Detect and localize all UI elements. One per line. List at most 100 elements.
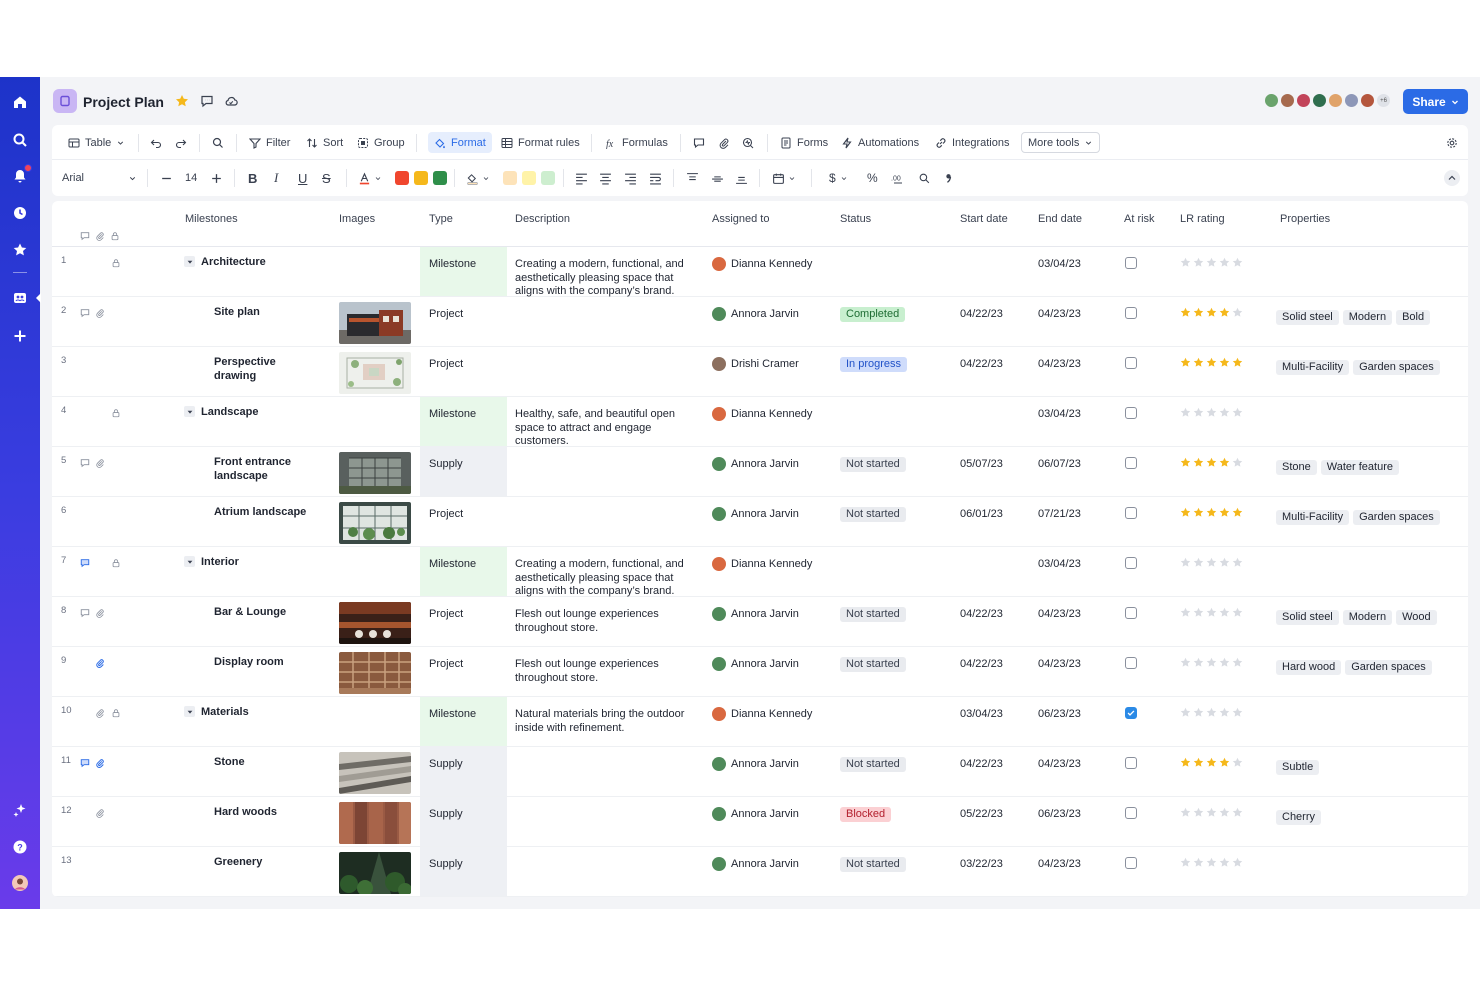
description-cell[interactable]: Natural materials bring the outdoor insi… [515,708,703,735]
align-center-button[interactable] [599,160,612,196]
share-button[interactable]: Share [1403,89,1468,114]
group-button[interactable]: Group [357,125,405,160]
column-header[interactable]: Type [429,213,453,225]
automations-button[interactable]: Automations [841,125,919,160]
lock-icon[interactable] [111,555,121,568]
status-badge[interactable]: Not started [840,607,906,622]
end-date-cell[interactable]: 06/07/23 [1038,458,1081,472]
rating-stars[interactable] [1180,357,1243,368]
end-date-cell[interactable]: 06/23/23 [1038,808,1081,822]
task-name[interactable]: Atrium landscape [214,506,319,520]
rating-stars[interactable] [1180,607,1243,618]
table-row[interactable]: 6 Atrium landscape Project Annora Jarvin Not… [52,497,1468,547]
column-header[interactable]: Milestones [185,213,238,225]
redo-button[interactable] [175,125,187,160]
task-name[interactable]: Stone [214,756,319,770]
at-risk-checkbox[interactable] [1125,557,1137,569]
column-header[interactable]: Images [339,213,375,225]
format-button[interactable]: Format [428,132,492,153]
type-cell[interactable]: Project [420,647,507,696]
paperclip-icon[interactable] [95,455,105,468]
assignee-cell[interactable]: Annora Jarvin [712,307,799,321]
font-size-value[interactable]: 14 [185,160,197,196]
text-color-swatch-yellow[interactable] [414,171,428,185]
table-row[interactable]: 8 Bar & Lounge Project Flesh out lounge exp… [52,597,1468,647]
properties-cell[interactable]: Multi-Facility Garden spaces [1276,357,1444,375]
start-date-cell[interactable]: 04/22/23 [960,308,1003,322]
at-risk-checkbox[interactable] [1125,357,1137,369]
type-cell[interactable]: Milestone [420,247,507,296]
rating-stars[interactable] [1180,307,1243,318]
italic-button[interactable]: I [274,160,278,196]
underline-button[interactable]: U [298,160,307,196]
ai-sparkle-icon[interactable] [11,801,29,819]
table-row[interactable]: 13 Greenery Supply Annora Jarvin Not started… [52,847,1468,897]
quote-format-button[interactable] [942,160,955,196]
assignee-cell[interactable]: Drishi Cramer [712,357,799,371]
rating-stars[interactable] [1180,757,1243,768]
end-date-cell[interactable]: 07/21/23 [1038,508,1081,522]
paperclip-icon[interactable] [95,705,105,718]
user-avatar[interactable] [11,874,29,892]
at-risk-checkbox[interactable] [1125,657,1137,669]
rating-stars[interactable] [1180,657,1243,668]
recents-icon[interactable] [11,204,29,222]
percent-format-button[interactable]: % [867,160,878,196]
at-risk-checkbox[interactable] [1125,857,1137,869]
description-cell[interactable]: Flesh out lounge experiences throughout … [515,608,703,635]
currency-format-button[interactable]: $ [829,160,848,196]
end-date-cell[interactable]: 03/04/23 [1038,558,1081,572]
paperclip-icon[interactable] [95,755,105,768]
status-badge[interactable]: Not started [840,657,906,672]
decrease-font-size-button[interactable] [160,160,173,196]
at-risk-checkbox[interactable] [1125,407,1137,419]
rating-stars[interactable] [1180,407,1243,418]
paperclip-icon[interactable] [95,305,105,318]
format-rules-button[interactable]: Format rules [501,125,580,160]
end-date-cell[interactable]: 06/23/23 [1038,708,1081,722]
start-date-cell[interactable]: 06/01/23 [960,508,1003,522]
assignee-cell[interactable]: Dianna Kennedy [712,557,812,571]
table-row[interactable]: 7 Interior Milestone Creating a modern, fun… [52,547,1468,597]
valign-middle-button[interactable] [711,160,724,196]
date-format-button[interactable] [772,160,796,196]
column-header[interactable]: Assigned to [712,213,769,225]
table-row[interactable]: 10 Materials Milestone Natural materials br… [52,697,1468,747]
notifications-icon[interactable] [11,164,32,185]
align-right-button[interactable] [624,160,637,196]
start-date-cell[interactable]: 03/22/23 [960,858,1003,872]
text-color-swatch-red[interactable] [395,171,409,185]
comment-icon[interactable] [80,305,90,318]
end-date-cell[interactable]: 04/23/23 [1038,658,1081,672]
task-name[interactable]: Display room [214,656,319,670]
at-risk-checkbox[interactable] [1125,807,1137,819]
table-row[interactable]: 3 Perspective drawing Project Drishi Cramer… [52,347,1468,397]
table-row[interactable]: 2 Site plan Project Annora Jarvin Completed 0… [52,297,1468,347]
comments-icon[interactable] [200,94,214,108]
end-date-cell[interactable]: 03/04/23 [1038,408,1081,422]
row-image[interactable] [339,852,411,894]
type-cell[interactable]: Milestone [420,697,507,746]
task-name[interactable]: Site plan [214,306,319,320]
collaborator-avatars[interactable]: +6 [1263,92,1392,109]
table-row[interactable]: 1 Architecture Milestone Creating a modern,… [52,247,1468,297]
assignee-cell[interactable]: Annora Jarvin [712,507,799,521]
task-name[interactable]: Greenery [214,856,319,870]
zoom-format-button[interactable] [918,160,931,196]
start-date-cell[interactable]: 04/22/23 [960,608,1003,622]
assignee-cell[interactable]: Annora Jarvin [712,857,799,871]
help-icon[interactable]: ? [11,838,29,856]
start-date-cell[interactable]: 05/22/23 [960,808,1003,822]
favorite-star-icon[interactable] [175,94,189,108]
description-cell[interactable]: Creating a modern, functional, and aesth… [515,258,703,299]
start-date-cell[interactable]: 03/04/23 [960,708,1003,722]
row-image[interactable] [339,302,411,344]
row-image[interactable] [339,452,411,494]
valign-bottom-button[interactable] [735,160,748,196]
column-header[interactable]: LR rating [1180,213,1225,225]
end-date-cell[interactable]: 03/04/23 [1038,258,1081,272]
more-tools-dropdown[interactable]: More tools [1021,132,1101,153]
search-icon[interactable] [11,131,29,149]
type-cell[interactable]: Supply [420,797,507,846]
type-cell[interactable]: Supply [420,447,507,496]
